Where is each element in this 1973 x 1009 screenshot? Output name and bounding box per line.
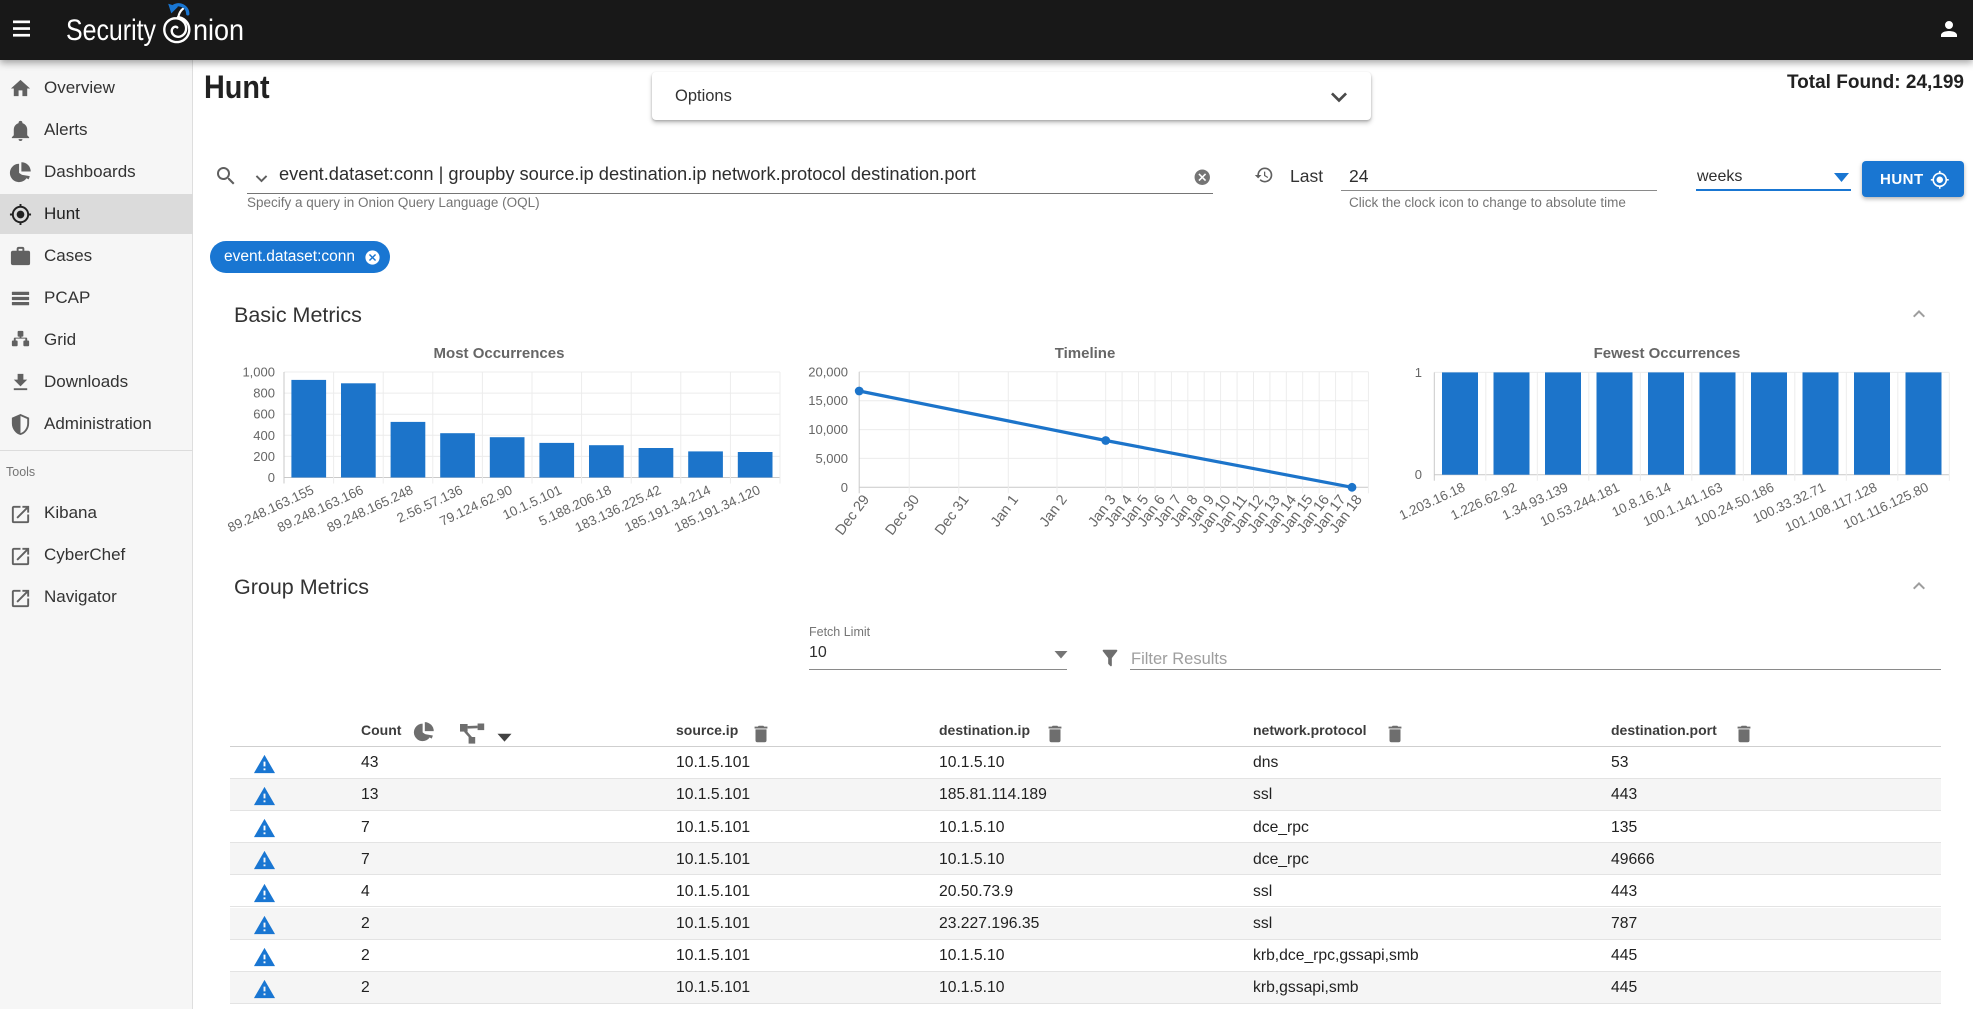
svg-text:Security: Security xyxy=(66,14,156,47)
svg-text:nion: nion xyxy=(193,14,244,47)
